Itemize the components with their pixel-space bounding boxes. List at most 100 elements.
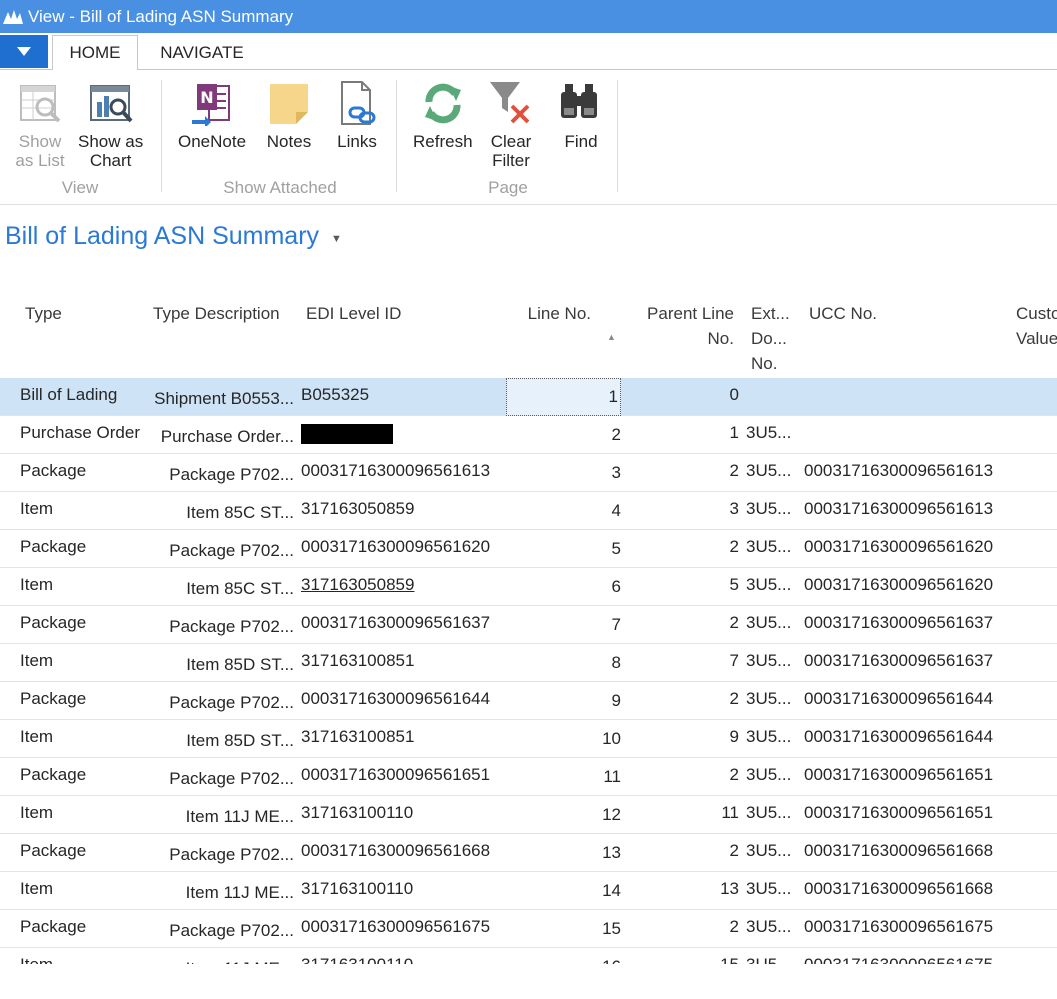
cell-edi-level-id[interactable]: 317163050859 — [301, 566, 506, 604]
cell-parent-line-no[interactable]: 2 — [622, 756, 739, 794]
cell-line-no[interactable]: 9 — [506, 682, 621, 720]
column-header-ucc-no[interactable]: UCC No. — [809, 301, 877, 326]
cell-ext-doc-no[interactable]: 3U5... — [746, 946, 798, 964]
cell-type-description[interactable]: Package P702... — [140, 760, 294, 798]
cell-edi-level-id[interactable]: 317163100110 — [301, 946, 506, 964]
chevron-down-icon[interactable]: ▼ — [331, 233, 342, 245]
cell-type[interactable]: Package — [20, 528, 148, 566]
cell-line-no[interactable]: 3 — [506, 454, 621, 492]
cell-line-no[interactable]: 16 — [506, 948, 621, 964]
table-row[interactable]: Item Item 85D ST... 317163100851 8 7 3U5... 00… — [0, 644, 1057, 682]
cell-type-description[interactable]: Package P702... — [140, 684, 294, 722]
cell-ext-doc-no[interactable] — [746, 378, 798, 414]
cell-parent-line-no[interactable]: 2 — [622, 528, 739, 566]
table-row[interactable]: Package Package P702... 000317163000965616… — [0, 682, 1057, 720]
column-header-edi-level-id[interactable]: EDI Level ID — [306, 301, 401, 326]
cell-type-description[interactable]: Item 85C ST... — [140, 494, 294, 532]
table-row[interactable]: Package Package P702... 000317163000965616… — [0, 910, 1057, 948]
cell-ucc-no[interactable]: 00031716300096561644 — [804, 680, 1024, 718]
cell-parent-line-no[interactable]: 2 — [622, 908, 739, 946]
cell-ext-doc-no[interactable]: 3U5... — [746, 490, 798, 528]
cell-parent-line-no[interactable]: 1 — [622, 414, 739, 452]
cell-type[interactable]: Item — [20, 642, 148, 680]
cell-type[interactable]: Item — [20, 566, 148, 604]
cell-ext-doc-no[interactable]: 3U5... — [746, 794, 798, 832]
cell-edi-level-id[interactable]: 00031716300096561675 — [301, 908, 506, 946]
cell-edi-level-id[interactable]: 00031716300096561644 — [301, 680, 506, 718]
cell-ext-doc-no[interactable]: 3U5... — [746, 642, 798, 680]
cell-edi-level-id[interactable]: 317163100851 — [301, 718, 506, 756]
cell-ext-doc-no[interactable]: 3U5... — [746, 452, 798, 490]
cell-type-description[interactable]: Item 85C ST... — [140, 570, 294, 608]
cell-line-no[interactable]: 4 — [506, 492, 621, 530]
cell-ucc-no[interactable]: 00031716300096561675 — [804, 946, 1024, 964]
cell-ucc-no[interactable]: 00031716300096561637 — [804, 642, 1024, 680]
cell-edi-level-id[interactable]: 00031716300096561613 — [301, 452, 506, 490]
cell-type[interactable]: Item — [20, 490, 148, 528]
cell-parent-line-no[interactable]: 15 — [622, 946, 739, 964]
cell-ucc-no[interactable]: 00031716300096561637 — [804, 604, 1024, 642]
cell-edi-level-id[interactable]: 317163100110 — [301, 870, 506, 908]
cell-parent-line-no[interactable]: 3 — [622, 490, 739, 528]
cell-ext-doc-no[interactable]: 3U5... — [746, 756, 798, 794]
cell-ext-doc-no[interactable]: 3U5... — [746, 908, 798, 946]
cell-edi-level-id[interactable] — [301, 414, 506, 452]
column-header-ext-doc-no[interactable]: Ext... Do... No. — [751, 301, 790, 376]
find-button[interactable]: Find — [556, 78, 606, 151]
cell-ext-doc-no[interactable]: 3U5... — [746, 832, 798, 870]
cell-parent-line-no[interactable]: 7 — [622, 642, 739, 680]
cell-type[interactable]: Item — [20, 794, 148, 832]
cell-line-no[interactable]: 7 — [506, 606, 621, 644]
cell-edi-level-id[interactable]: 00031716300096561637 — [301, 604, 506, 642]
cell-ext-doc-no[interactable]: 3U5... — [746, 528, 798, 566]
cell-ext-doc-no[interactable]: 3U5... — [746, 604, 798, 642]
cell-type-description[interactable]: Item 11J ME... — [140, 874, 294, 912]
cell-type[interactable]: Package — [20, 832, 148, 870]
cell-type[interactable]: Package — [20, 908, 148, 946]
cell-edi-level-id[interactable]: 00031716300096561651 — [301, 756, 506, 794]
column-header-type[interactable]: Type — [25, 301, 62, 326]
cell-ext-doc-no[interactable]: 3U5... — [746, 680, 798, 718]
cell-edi-level-id[interactable]: 00031716300096561620 — [301, 528, 506, 566]
cell-type-description[interactable]: Package P702... — [140, 836, 294, 874]
cell-line-no[interactable]: 13 — [506, 834, 621, 872]
cell-ucc-no[interactable] — [804, 414, 1024, 452]
cell-ucc-no[interactable]: 00031716300096561651 — [804, 794, 1024, 832]
show-as-chart-button[interactable]: Show as Chart — [78, 78, 143, 170]
cell-parent-line-no[interactable]: 2 — [622, 680, 739, 718]
table-row[interactable]: Package Package P702... 000317163000965616… — [0, 530, 1057, 568]
cell-line-no[interactable]: 5 — [506, 530, 621, 568]
cell-ucc-no[interactable]: 00031716300096561668 — [804, 870, 1024, 908]
cell-type-description[interactable]: Item 11J ME... — [140, 950, 294, 964]
cell-line-no[interactable]: 8 — [506, 644, 621, 682]
cell-line-no[interactable]: 14 — [506, 872, 621, 910]
cell-parent-line-no[interactable]: 13 — [622, 870, 739, 908]
cell-line-no[interactable]: 6 — [506, 568, 621, 606]
cell-edi-level-id[interactable]: 317163100851 — [301, 642, 506, 680]
cell-ucc-no[interactable]: 00031716300096561620 — [804, 528, 1024, 566]
cell-ucc-no[interactable] — [804, 378, 1024, 414]
table-row[interactable]: Purchase Order Purchase Order... 2 1 3U5... — [0, 416, 1057, 454]
cell-type[interactable]: Bill of Lading — [20, 378, 148, 414]
cell-ucc-no[interactable]: 00031716300096561668 — [804, 832, 1024, 870]
table-row[interactable]: Item Item 85D ST... 317163100851 10 9 3U5... 0… — [0, 720, 1057, 758]
cell-parent-line-no[interactable]: 2 — [622, 452, 739, 490]
cell-ext-doc-no[interactable]: 3U5... — [746, 718, 798, 756]
cell-line-no[interactable]: 10 — [506, 720, 621, 758]
cell-parent-line-no[interactable]: 2 — [622, 832, 739, 870]
table-row[interactable]: Item Item 11J ME... 317163100110 12 11 3U5...… — [0, 796, 1057, 834]
cell-type[interactable]: Package — [20, 680, 148, 718]
cell-type-description[interactable]: Package P702... — [140, 532, 294, 570]
cell-line-no[interactable]: 12 — [506, 796, 621, 834]
cell-parent-line-no[interactable]: 5 — [622, 566, 739, 604]
column-header-customer-value[interactable]: Custo Value — [1016, 301, 1057, 351]
cell-type[interactable]: Item — [20, 946, 148, 964]
cell-type-description[interactable]: Purchase Order... — [140, 418, 294, 456]
tab-home[interactable]: HOME — [52, 35, 138, 71]
links-button[interactable]: Links — [332, 78, 382, 151]
cell-parent-line-no[interactable]: 9 — [622, 718, 739, 756]
column-header-type-description[interactable]: Type Description — [153, 301, 280, 326]
cell-type[interactable]: Package — [20, 452, 148, 490]
notes-button[interactable]: Notes — [264, 78, 314, 151]
column-header-parent-line-no[interactable]: Parent Line No. — [620, 301, 734, 351]
